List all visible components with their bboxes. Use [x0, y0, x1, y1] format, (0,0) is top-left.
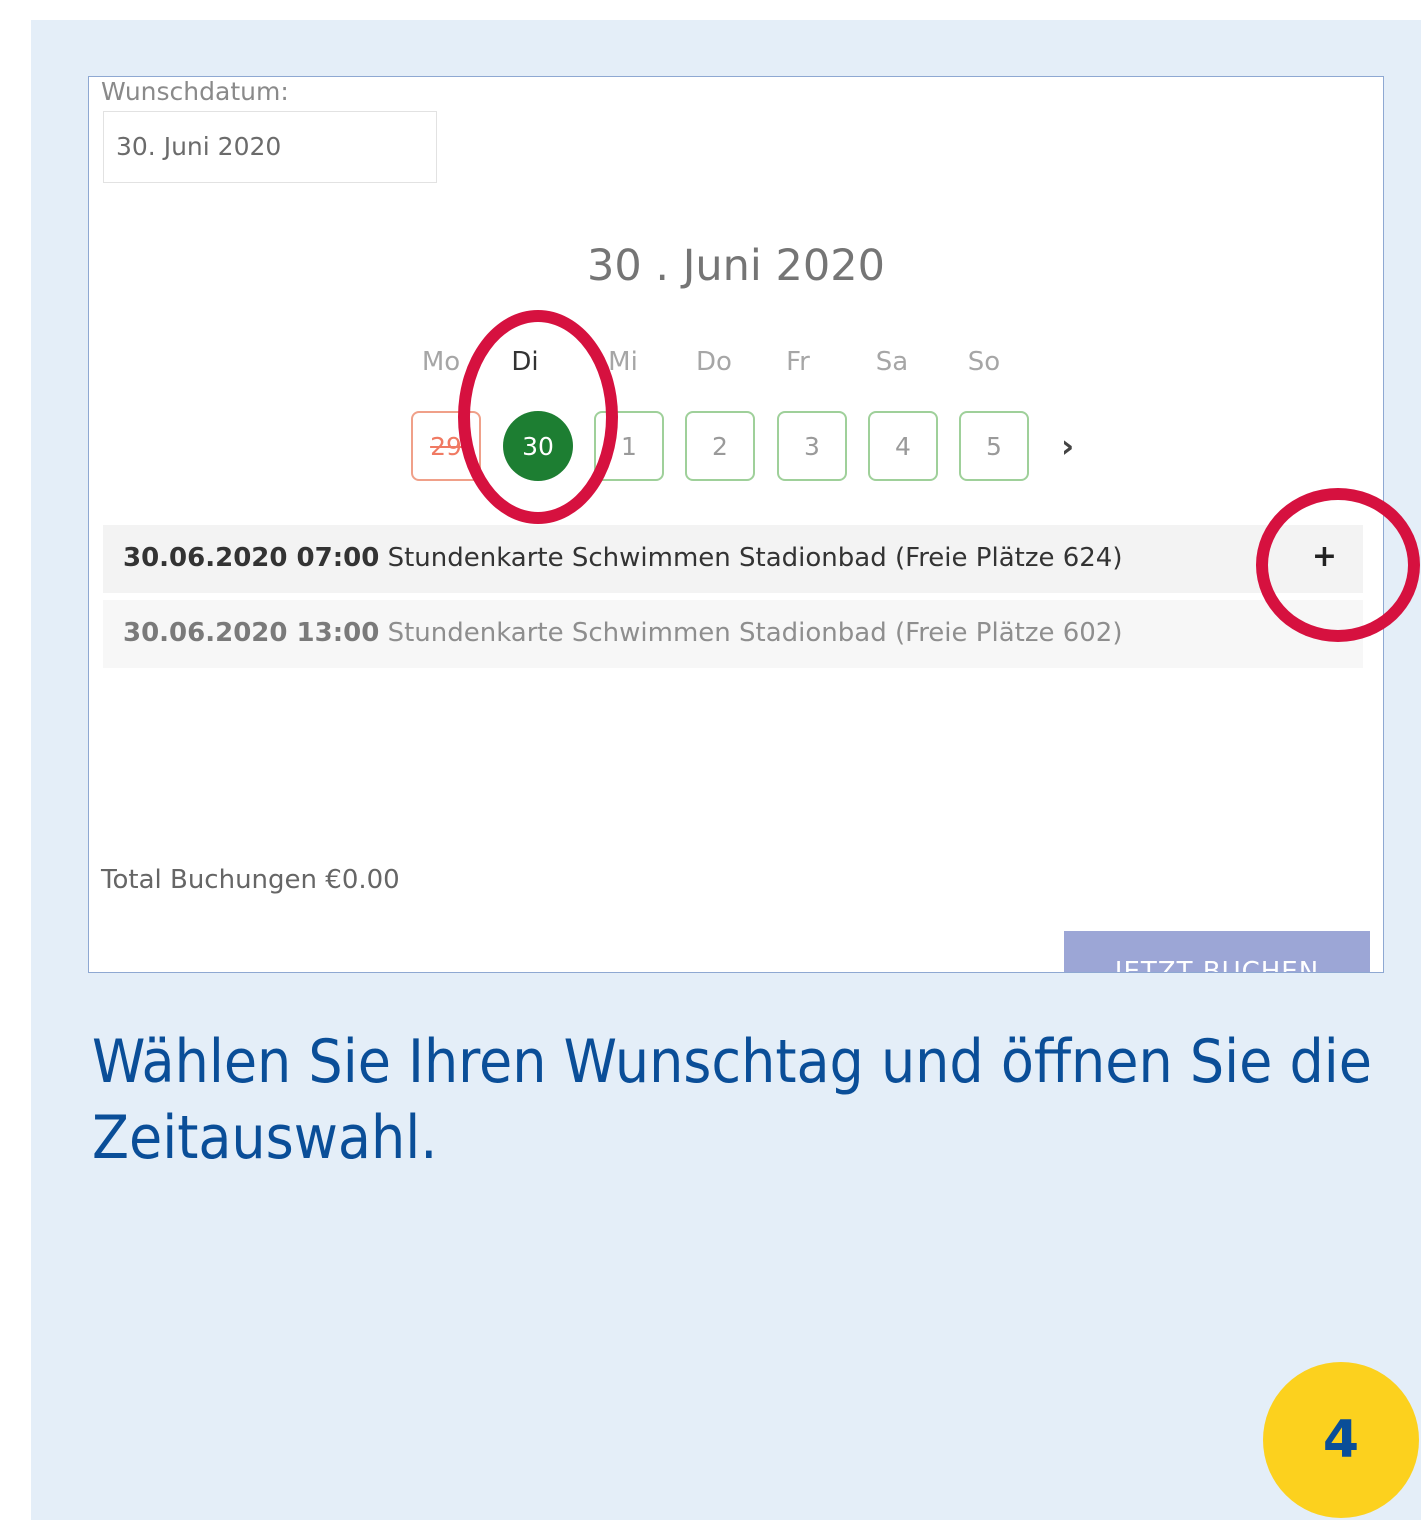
day-1-button[interactable]: 1: [594, 411, 664, 481]
weekday-sa: Sa: [875, 347, 909, 377]
slot-row[interactable]: 30.06.2020 07:00 Stundenkarte Schwimmen …: [103, 525, 1363, 593]
wish-date-label: Wunschdatum:: [101, 77, 289, 106]
instruction-caption: Wählen Sie Ihren Wunschtag und öffnen Si…: [92, 1027, 1372, 1173]
booking-total: Total Buchungen €0.00: [101, 865, 400, 895]
slot-datetime: 30.06.2020 07:00: [123, 543, 380, 573]
slot-row[interactable]: 30.06.2020 13:00 Stundenkarte Schwimmen …: [103, 600, 1363, 668]
day-2-button[interactable]: 2: [685, 411, 755, 481]
chevron-right-icon[interactable]: ›: [1061, 427, 1074, 465]
slot-datetime: 30.06.2020 13:00: [123, 618, 380, 648]
day-30-selected[interactable]: 30: [503, 411, 573, 481]
weekday-di: Di: [511, 347, 539, 377]
day-5-button[interactable]: 5: [959, 411, 1029, 481]
step-number-badge: 4: [1263, 1362, 1419, 1518]
slot-description: Stundenkarte Schwimmen Stadionbad (Freie…: [387, 618, 1123, 648]
slot-description: Stundenkarte Schwimmen Stadionbad (Freie…: [387, 543, 1123, 573]
weekday-so: So: [967, 347, 1001, 377]
booking-screenshot: Wunschdatum: 30. Juni 2020 30 . Juni 202…: [88, 76, 1384, 973]
instruction-card: Wunschdatum: 30. Juni 2020 30 . Juni 202…: [31, 20, 1421, 1520]
weekday-mo: Mo: [421, 347, 461, 377]
wish-date-field[interactable]: 30. Juni 2020: [103, 111, 437, 183]
weekday-mi: Mi: [608, 347, 638, 377]
weekday-fr: Fr: [786, 347, 810, 377]
day-3-button[interactable]: 3: [777, 411, 847, 481]
day-29-disabled: 29: [411, 411, 481, 481]
weekday-do: Do: [696, 347, 732, 377]
day-4-button[interactable]: 4: [868, 411, 938, 481]
expand-plus-button[interactable]: +: [1312, 539, 1337, 574]
book-now-button[interactable]: JETZT BUCHEN: [1064, 931, 1370, 972]
calendar-title: 30 . Juni 2020: [587, 241, 885, 291]
